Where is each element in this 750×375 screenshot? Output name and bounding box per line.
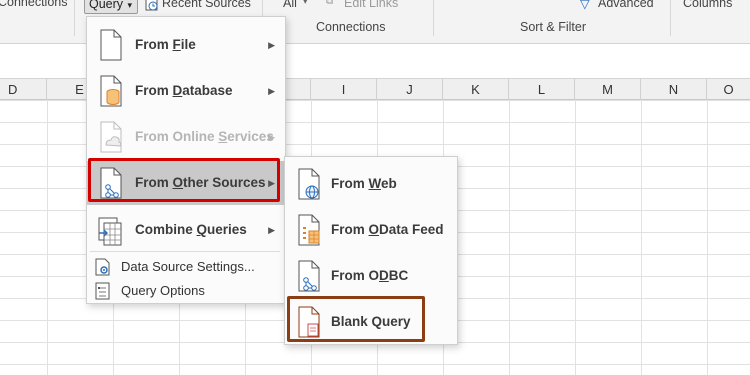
column-header-n[interactable]: N xyxy=(641,79,707,101)
menu-item-from-database[interactable]: From Database ▶ xyxy=(87,69,285,113)
recent-sources-button[interactable]: Recent Sources xyxy=(162,0,251,10)
chevron-right-icon: ▶ xyxy=(268,40,275,50)
refresh-all-button[interactable]: All xyxy=(283,0,297,10)
query-dropdown-button[interactable]: Query ▾ xyxy=(84,0,138,14)
web-icon xyxy=(298,168,320,200)
submenu-item-label: From Web xyxy=(331,176,397,191)
data-source-settings-icon xyxy=(95,258,110,276)
column-header-k[interactable]: K xyxy=(443,79,509,101)
submenu-item-label: From OData Feed xyxy=(331,222,444,237)
query-button-label: Query xyxy=(89,0,124,11)
odbc-icon xyxy=(298,260,320,292)
column-header-j[interactable]: J xyxy=(377,79,443,101)
query-options-icon xyxy=(95,282,110,300)
combine-queries-icon xyxy=(98,217,122,246)
advanced-filter-icon: ▽ xyxy=(580,0,590,11)
submenu-item-label: From ODBC xyxy=(331,268,409,283)
odata-feed-icon xyxy=(298,214,320,246)
edit-links-button[interactable]: Edit Links xyxy=(344,0,398,10)
chevron-down-icon: ▾ xyxy=(125,0,133,10)
column-header-m[interactable]: M xyxy=(575,79,641,101)
column-header-l[interactable]: L xyxy=(509,79,575,101)
column-header-o[interactable]: O xyxy=(707,79,750,101)
text-to-columns-button[interactable]: Columns xyxy=(683,0,732,10)
menu-item-label: Data Source Settings... xyxy=(121,259,255,274)
menu-item-data-source-settings[interactable]: Data Source Settings... xyxy=(87,255,285,279)
connections-partial-label[interactable]: Connections xyxy=(0,0,68,9)
file-icon xyxy=(100,29,122,61)
online-services-icon xyxy=(100,121,122,153)
edit-links-icon: ⧉ xyxy=(326,0,334,7)
menu-item-label: Combine Queries xyxy=(135,222,247,237)
chevron-right-icon: ▶ xyxy=(268,86,275,96)
ribbon-separator xyxy=(670,0,671,36)
menu-item-from-file[interactable]: From File ▶ xyxy=(87,23,285,67)
menu-item-label: Query Options xyxy=(121,283,205,298)
menu-item-label: From Database xyxy=(135,83,233,98)
menu-item-from-online-services[interactable]: From Online Services ▶ xyxy=(87,115,285,159)
menu-item-label: From Online Services xyxy=(135,129,274,144)
sort-filter-group-label: Sort & Filter xyxy=(520,20,586,34)
database-icon xyxy=(100,75,122,107)
ribbon-separator xyxy=(74,0,75,36)
menu-item-label: From File xyxy=(135,37,196,52)
menu-divider xyxy=(90,251,280,252)
submenu-item-from-odata-feed[interactable]: From OData Feed xyxy=(285,207,457,253)
submenu-item-from-web[interactable]: From Web xyxy=(285,161,457,207)
column-header-d[interactable]: D xyxy=(0,79,47,101)
column-header-i[interactable]: I xyxy=(311,79,377,101)
advanced-filter-button[interactable]: Advanced xyxy=(598,0,654,10)
chevron-right-icon: ▶ xyxy=(268,225,275,235)
menu-item-combine-queries[interactable]: Combine Queries ▶ xyxy=(87,208,285,252)
highlight-blank-query xyxy=(287,296,425,342)
submenu-item-from-odbc[interactable]: From ODBC xyxy=(285,253,457,299)
connections-group-label: Connections xyxy=(316,20,386,34)
chevron-down-icon: ▾ xyxy=(303,0,308,6)
menu-item-query-options[interactable]: Query Options xyxy=(87,279,285,303)
chevron-right-icon: ▶ xyxy=(268,132,275,142)
ribbon-separator xyxy=(433,0,434,36)
highlight-from-other-sources xyxy=(88,158,280,202)
recent-sources-icon xyxy=(145,0,158,11)
